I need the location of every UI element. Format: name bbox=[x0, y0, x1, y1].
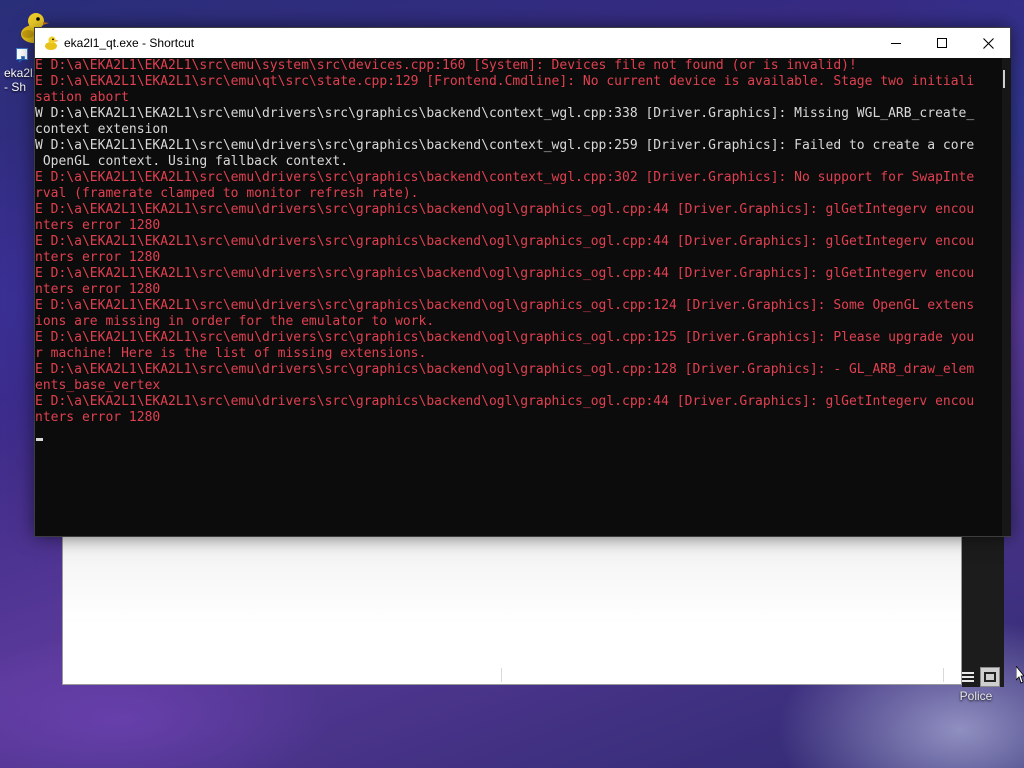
log-line: E D:\a\EKA2L1\EKA2L1\src\emu\system\src\… bbox=[35, 58, 857, 73]
window-title: eka2l1_qt.exe - Shortcut bbox=[64, 36, 195, 50]
minimize-icon bbox=[891, 42, 901, 44]
details-view-button[interactable] bbox=[958, 667, 978, 687]
status-separator bbox=[501, 668, 502, 682]
log-line: E D:\a\EKA2L1\EKA2L1\src\emu\drivers\src… bbox=[35, 202, 975, 217]
log-line: W D:\a\EKA2L1\EKA2L1\src\emu\drivers\src… bbox=[35, 138, 975, 153]
log-line: W D:\a\EKA2L1\EKA2L1\src\emu\drivers\src… bbox=[35, 106, 975, 121]
text-cursor bbox=[36, 438, 43, 441]
log-line: nters error 1280 bbox=[35, 282, 161, 297]
log-line: nters error 1280 bbox=[35, 250, 161, 265]
large-icons-view-button[interactable] bbox=[980, 667, 1000, 687]
title-bar[interactable]: eka2l1_qt.exe - Shortcut bbox=[35, 28, 1010, 58]
mouse-cursor-icon bbox=[1016, 666, 1024, 684]
large-icons-icon bbox=[984, 672, 996, 682]
log-line: nters error 1280 bbox=[35, 410, 161, 425]
log-line: E D:\a\EKA2L1\EKA2L1\src\emu\drivers\src… bbox=[35, 266, 975, 281]
list-icon bbox=[962, 672, 974, 682]
log-line: E D:\a\EKA2L1\EKA2L1\src\emu\drivers\src… bbox=[35, 170, 975, 185]
log-line: E D:\a\EKA2L1\EKA2L1\src\emu\drivers\src… bbox=[35, 330, 975, 345]
log-line: r machine! Here is the list of missing e… bbox=[35, 346, 427, 361]
duck-icon bbox=[43, 35, 59, 51]
log-line: E D:\a\EKA2L1\EKA2L1\src\emu\drivers\src… bbox=[35, 234, 975, 249]
log-line: sation abort bbox=[35, 90, 129, 105]
close-button[interactable] bbox=[965, 28, 1011, 58]
background-window-side bbox=[962, 535, 1004, 687]
log-line: ents_base_vertex bbox=[35, 378, 161, 393]
view-switcher bbox=[956, 667, 1004, 687]
maximize-button[interactable] bbox=[919, 28, 965, 58]
maximize-icon bbox=[937, 38, 947, 48]
log-line: E D:\a\EKA2L1\EKA2L1\src\emu\drivers\src… bbox=[35, 362, 975, 377]
log-line: rval (framerate clamped to monitor refre… bbox=[35, 186, 419, 201]
desktop-label-police[interactable]: Police bbox=[950, 689, 1002, 703]
log-line: E D:\a\EKA2L1\EKA2L1\src\emu\drivers\src… bbox=[35, 298, 975, 313]
log-line: ions are missing in order for the emulat… bbox=[35, 314, 435, 329]
status-separator bbox=[943, 668, 944, 682]
background-window[interactable] bbox=[62, 535, 962, 685]
console-window[interactable]: eka2l1_qt.exe - Shortcut E D:\a\EKA2L1\E… bbox=[34, 27, 1011, 537]
log-line: context extension bbox=[35, 122, 169, 137]
shortcut-arrow-icon bbox=[16, 48, 28, 63]
log-line: OpenGL context. Using fallback context. bbox=[35, 154, 349, 169]
log-line: nters error 1280 bbox=[35, 218, 161, 233]
scrollbar-thumb[interactable] bbox=[1003, 70, 1005, 88]
log-line: E D:\a\EKA2L1\EKA2L1\src\emu\drivers\src… bbox=[35, 394, 975, 409]
log-lines: E D:\a\EKA2L1\EKA2L1\src\emu\system\src\… bbox=[35, 58, 995, 426]
minimize-button[interactable] bbox=[873, 28, 919, 58]
log-line: E D:\a\EKA2L1\EKA2L1\src\emu\qt\src\stat… bbox=[35, 74, 975, 89]
close-icon bbox=[982, 37, 994, 49]
vertical-scrollbar[interactable] bbox=[1002, 58, 1011, 536]
console-output[interactable]: E D:\a\EKA2L1\EKA2L1\src\emu\system\src\… bbox=[35, 58, 1002, 536]
